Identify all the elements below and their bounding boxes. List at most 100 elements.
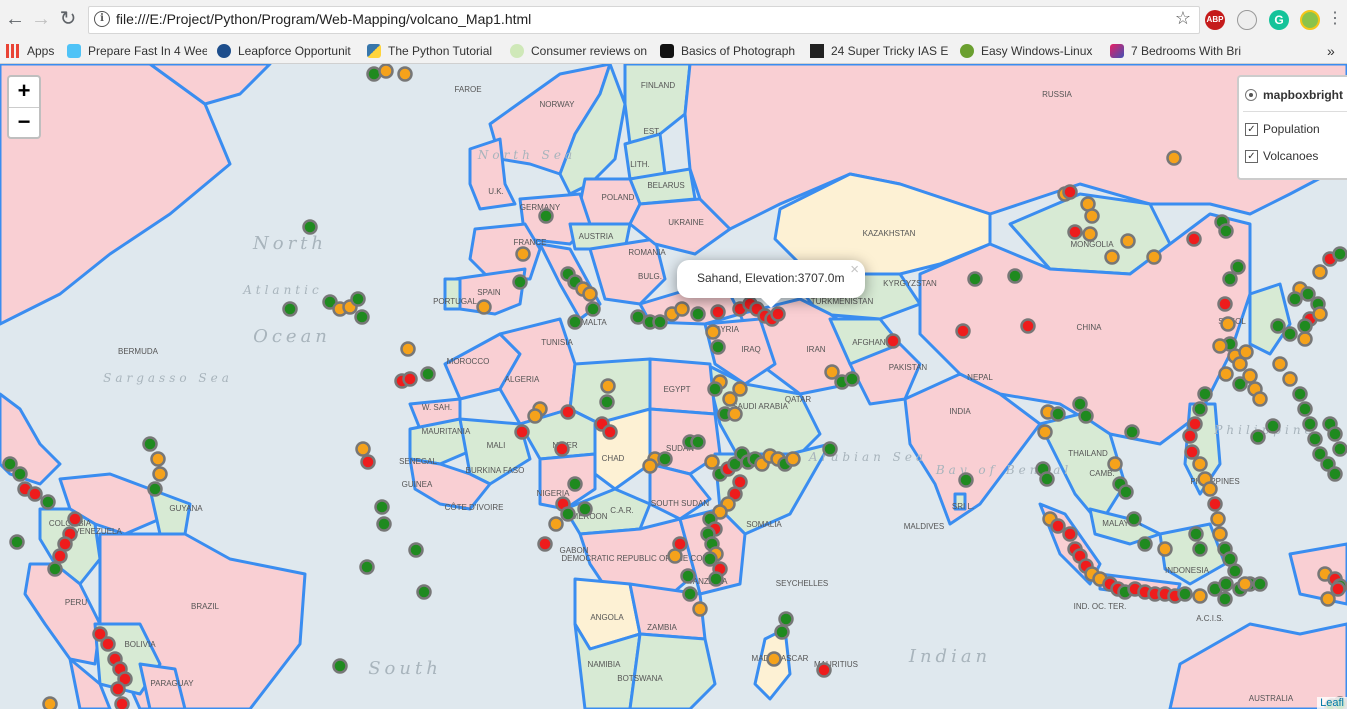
volcano-marker[interactable] xyxy=(690,434,706,450)
volcano-marker[interactable] xyxy=(1084,208,1100,224)
volcano-marker[interactable] xyxy=(707,381,723,397)
menu-icon[interactable]: ⋮ xyxy=(1324,8,1346,30)
volcano-marker[interactable] xyxy=(602,424,618,440)
volcano-marker[interactable] xyxy=(359,559,375,575)
volcano-marker[interactable] xyxy=(705,324,721,340)
zoom-in-button[interactable]: + xyxy=(9,77,39,108)
info-icon[interactable]: i xyxy=(94,11,110,27)
volcano-marker[interactable] xyxy=(1007,268,1023,284)
volcano-marker[interactable] xyxy=(40,494,56,510)
checkbox-icon[interactable]: ✓ xyxy=(1245,122,1258,136)
volcano-marker[interactable] xyxy=(1312,264,1328,280)
leaflet-map[interactable]: FAROE NORWAY FINLAND RUSSIA North Sea POLAND G… xyxy=(0,64,1347,709)
volcano-marker[interactable] xyxy=(1104,249,1120,265)
volcano-marker[interactable] xyxy=(1237,576,1253,592)
volcano-marker[interactable] xyxy=(778,611,794,627)
volcano-marker[interactable] xyxy=(667,548,683,564)
volcano-marker[interactable] xyxy=(1062,184,1078,200)
volcano-marker[interactable] xyxy=(402,371,418,387)
volcano-marker[interactable] xyxy=(1192,456,1208,472)
volcano-marker[interactable] xyxy=(420,366,436,382)
bookmark-ias[interactable]: 24 Super Tricky IAS E xyxy=(810,42,950,60)
volcano-marker[interactable] xyxy=(1192,588,1208,604)
checkbox-icon[interactable]: ✓ xyxy=(1245,149,1258,163)
volcano-marker[interactable] xyxy=(1082,226,1098,242)
volcano-marker[interactable] xyxy=(704,454,720,470)
volcano-marker[interactable] xyxy=(52,548,68,564)
volcano-marker[interactable] xyxy=(652,314,668,330)
volcano-marker[interactable] xyxy=(150,451,166,467)
volcano-marker[interactable] xyxy=(774,624,790,640)
volcano-marker[interactable] xyxy=(1312,306,1328,322)
url-text[interactable]: file:///E:/Project/Python/Program/Web-Ma… xyxy=(116,11,531,27)
volcano-marker[interactable] xyxy=(100,636,116,652)
adblock-extension-icon[interactable]: ABP xyxy=(1205,10,1225,30)
volcano-marker[interactable] xyxy=(1307,431,1323,447)
volcano-marker[interactable] xyxy=(1050,518,1066,534)
volcano-marker[interactable] xyxy=(770,306,786,322)
volcano-marker[interactable] xyxy=(538,208,554,224)
volcano-marker[interactable] xyxy=(554,441,570,457)
volcano-marker[interactable] xyxy=(350,291,366,307)
volcano-marker[interactable] xyxy=(1186,231,1202,247)
volcano-marker[interactable] xyxy=(674,301,690,317)
volcano-marker[interactable] xyxy=(1327,466,1343,482)
volcano-marker[interactable] xyxy=(282,301,298,317)
volcano-marker[interactable] xyxy=(1222,271,1238,287)
volcano-marker[interactable] xyxy=(958,472,974,488)
bookmark-prepare-fast[interactable]: Prepare Fast In 4 Wee xyxy=(67,42,207,60)
volcano-marker[interactable] xyxy=(152,466,168,482)
volcano-marker[interactable] xyxy=(1330,581,1346,597)
volcano-marker[interactable] xyxy=(967,271,983,287)
volcano-marker[interactable] xyxy=(1297,318,1313,334)
volcano-marker[interactable] xyxy=(548,516,564,532)
volcano-marker[interactable] xyxy=(1118,484,1134,500)
radio-icon[interactable] xyxy=(1245,89,1257,101)
volcano-marker[interactable] xyxy=(1227,563,1243,579)
overlay-population[interactable]: ✓ Population xyxy=(1245,122,1320,136)
back-icon[interactable]: ← xyxy=(4,8,26,30)
volcano-marker[interactable] xyxy=(657,451,673,467)
volcano-marker[interactable] xyxy=(142,436,158,452)
volcano-marker[interactable] xyxy=(682,586,698,602)
volcano-marker[interactable] xyxy=(1212,526,1228,542)
volcano-marker[interactable] xyxy=(727,406,743,422)
volcano-marker[interactable] xyxy=(360,454,376,470)
volcano-marker[interactable] xyxy=(147,481,163,497)
volcano-marker[interactable] xyxy=(1188,526,1204,542)
volcano-marker[interactable] xyxy=(355,441,371,457)
volcano-marker[interactable] xyxy=(1050,406,1066,422)
volcano-marker[interactable] xyxy=(642,458,658,474)
volcano-marker[interactable] xyxy=(110,681,126,697)
volcano-marker[interactable] xyxy=(1067,224,1083,240)
volcano-marker[interactable] xyxy=(1230,259,1246,275)
volcano-marker[interactable] xyxy=(1250,429,1266,445)
volcano-marker[interactable] xyxy=(332,658,348,674)
volcano-marker[interactable] xyxy=(822,441,838,457)
volcano-marker[interactable] xyxy=(354,309,370,325)
volcano-marker[interactable] xyxy=(1327,426,1343,442)
bookmark-leapforce[interactable]: Leapforce Opportunit xyxy=(217,42,357,60)
volcano-marker[interactable] xyxy=(1120,233,1136,249)
volcano-marker[interactable] xyxy=(885,333,901,349)
volcano-marker[interactable] xyxy=(600,378,616,394)
attribution[interactable]: Leafl xyxy=(1317,697,1347,709)
volcano-marker[interactable] xyxy=(1037,424,1053,440)
volcano-marker[interactable] xyxy=(1252,391,1268,407)
volcano-marker[interactable] xyxy=(12,466,28,482)
volcano-marker[interactable] xyxy=(1137,536,1153,552)
volcano-marker[interactable] xyxy=(1292,386,1308,402)
volcano-marker[interactable] xyxy=(1210,511,1226,527)
volcano-marker[interactable] xyxy=(1220,316,1236,332)
volcano-marker[interactable] xyxy=(844,371,860,387)
volcano-marker[interactable] xyxy=(515,246,531,262)
volcano-marker[interactable] xyxy=(680,568,696,584)
volcano-marker[interactable] xyxy=(1282,326,1298,342)
volcano-marker[interactable] xyxy=(42,696,58,709)
base-layer-option[interactable]: mapboxbright xyxy=(1245,88,1343,102)
volcano-marker[interactable] xyxy=(514,424,530,440)
volcano-marker[interactable] xyxy=(1287,291,1303,307)
volcano-marker[interactable] xyxy=(1124,424,1140,440)
bookmark-apps[interactable]: Apps xyxy=(6,42,62,60)
volcano-marker[interactable] xyxy=(1217,296,1233,312)
